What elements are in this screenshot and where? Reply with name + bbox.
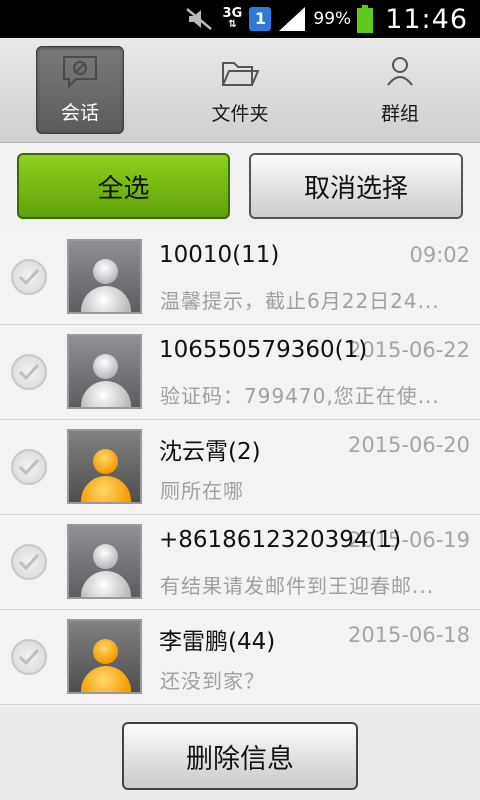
message-time: 2015-06-20	[347, 433, 470, 457]
checkmark-icon	[18, 553, 40, 571]
tab-folders[interactable]: 文件夹	[196, 46, 284, 134]
avatar	[67, 429, 142, 504]
checkbox[interactable]	[11, 639, 47, 675]
signal-icon	[279, 7, 306, 31]
network-3g-icon: 3G ⇅	[222, 6, 243, 30]
contact-name: +8618612320394(1)	[159, 527, 402, 553]
avatar	[67, 619, 142, 694]
tab-label: 群组	[380, 103, 419, 125]
select-all-button[interactable]: 全选	[17, 153, 230, 219]
message-list: 10010(11) 09:02 温馨提示，截止6月22日24... 106550…	[0, 230, 480, 705]
checkbox[interactable]	[11, 544, 47, 580]
conversation-icon	[63, 56, 97, 88]
message-preview: 温馨提示，截止6月22日24...	[160, 289, 440, 313]
bottom-bar: 删除信息	[0, 707, 480, 800]
message-preview: 厕所在哪	[160, 479, 244, 503]
tab-label: 文件夹	[211, 103, 269, 125]
folder-icon	[222, 62, 260, 86]
person-icon	[387, 57, 413, 86]
message-preview: 验证码：799470,您正在使...	[160, 384, 440, 408]
avatar	[67, 334, 142, 409]
avatar	[67, 239, 142, 314]
checkbox[interactable]	[11, 259, 47, 295]
contact-name: 106550579360(1)	[159, 337, 368, 363]
contact-name: 李雷鹏(44)	[159, 629, 276, 655]
list-item[interactable]: 沈云霄(2) 2015-06-20 厕所在哪	[0, 420, 480, 515]
tab-conversations[interactable]: 会话	[36, 46, 124, 134]
battery-icon	[357, 5, 374, 33]
checkmark-icon	[18, 363, 40, 381]
checkmark-icon	[18, 648, 40, 666]
sim-slot-icon: 1	[249, 7, 272, 31]
delete-messages-button[interactable]: 删除信息	[122, 722, 358, 790]
mute-icon	[186, 8, 213, 30]
checkbox[interactable]	[11, 354, 47, 390]
list-item[interactable]: 李雷鹏(44) 2015-06-18 还没到家？	[0, 610, 480, 705]
message-time: 2015-06-18	[347, 623, 470, 647]
message-time: 09:02	[409, 243, 470, 267]
list-item[interactable]: +8618612320394(1) 2015-06-19 有结果请发邮件到王迎春…	[0, 515, 480, 610]
battery-percent: 99%	[313, 9, 352, 29]
list-item[interactable]: 10010(11) 09:02 温馨提示，截止6月22日24...	[0, 230, 480, 325]
status-icons: 3G ⇅ 1 99% 11:46	[185, 0, 468, 38]
checkmark-icon	[18, 268, 40, 286]
message-preview: 有结果请发邮件到王迎春邮...	[160, 574, 435, 598]
message-preview: 还没到家？	[160, 669, 265, 693]
contact-name: 10010(11)	[159, 242, 280, 268]
status-bar: 3G ⇅ 1 99% 11:46	[0, 0, 480, 38]
checkbox[interactable]	[11, 449, 47, 485]
list-item[interactable]: 106550579360(1) 2015-06-22 验证码：799470,您正…	[0, 325, 480, 420]
clock: 11:46	[385, 3, 468, 35]
tab-groups[interactable]: 群组	[356, 46, 444, 134]
tab-label: 会话	[60, 102, 99, 124]
checkmark-icon	[18, 458, 40, 476]
avatar	[67, 524, 142, 599]
contact-name: 沈云霄(2)	[159, 439, 261, 465]
tab-bar: 会话 文件夹 群组	[0, 38, 480, 143]
cancel-selection-button[interactable]: 取消选择	[249, 153, 463, 219]
